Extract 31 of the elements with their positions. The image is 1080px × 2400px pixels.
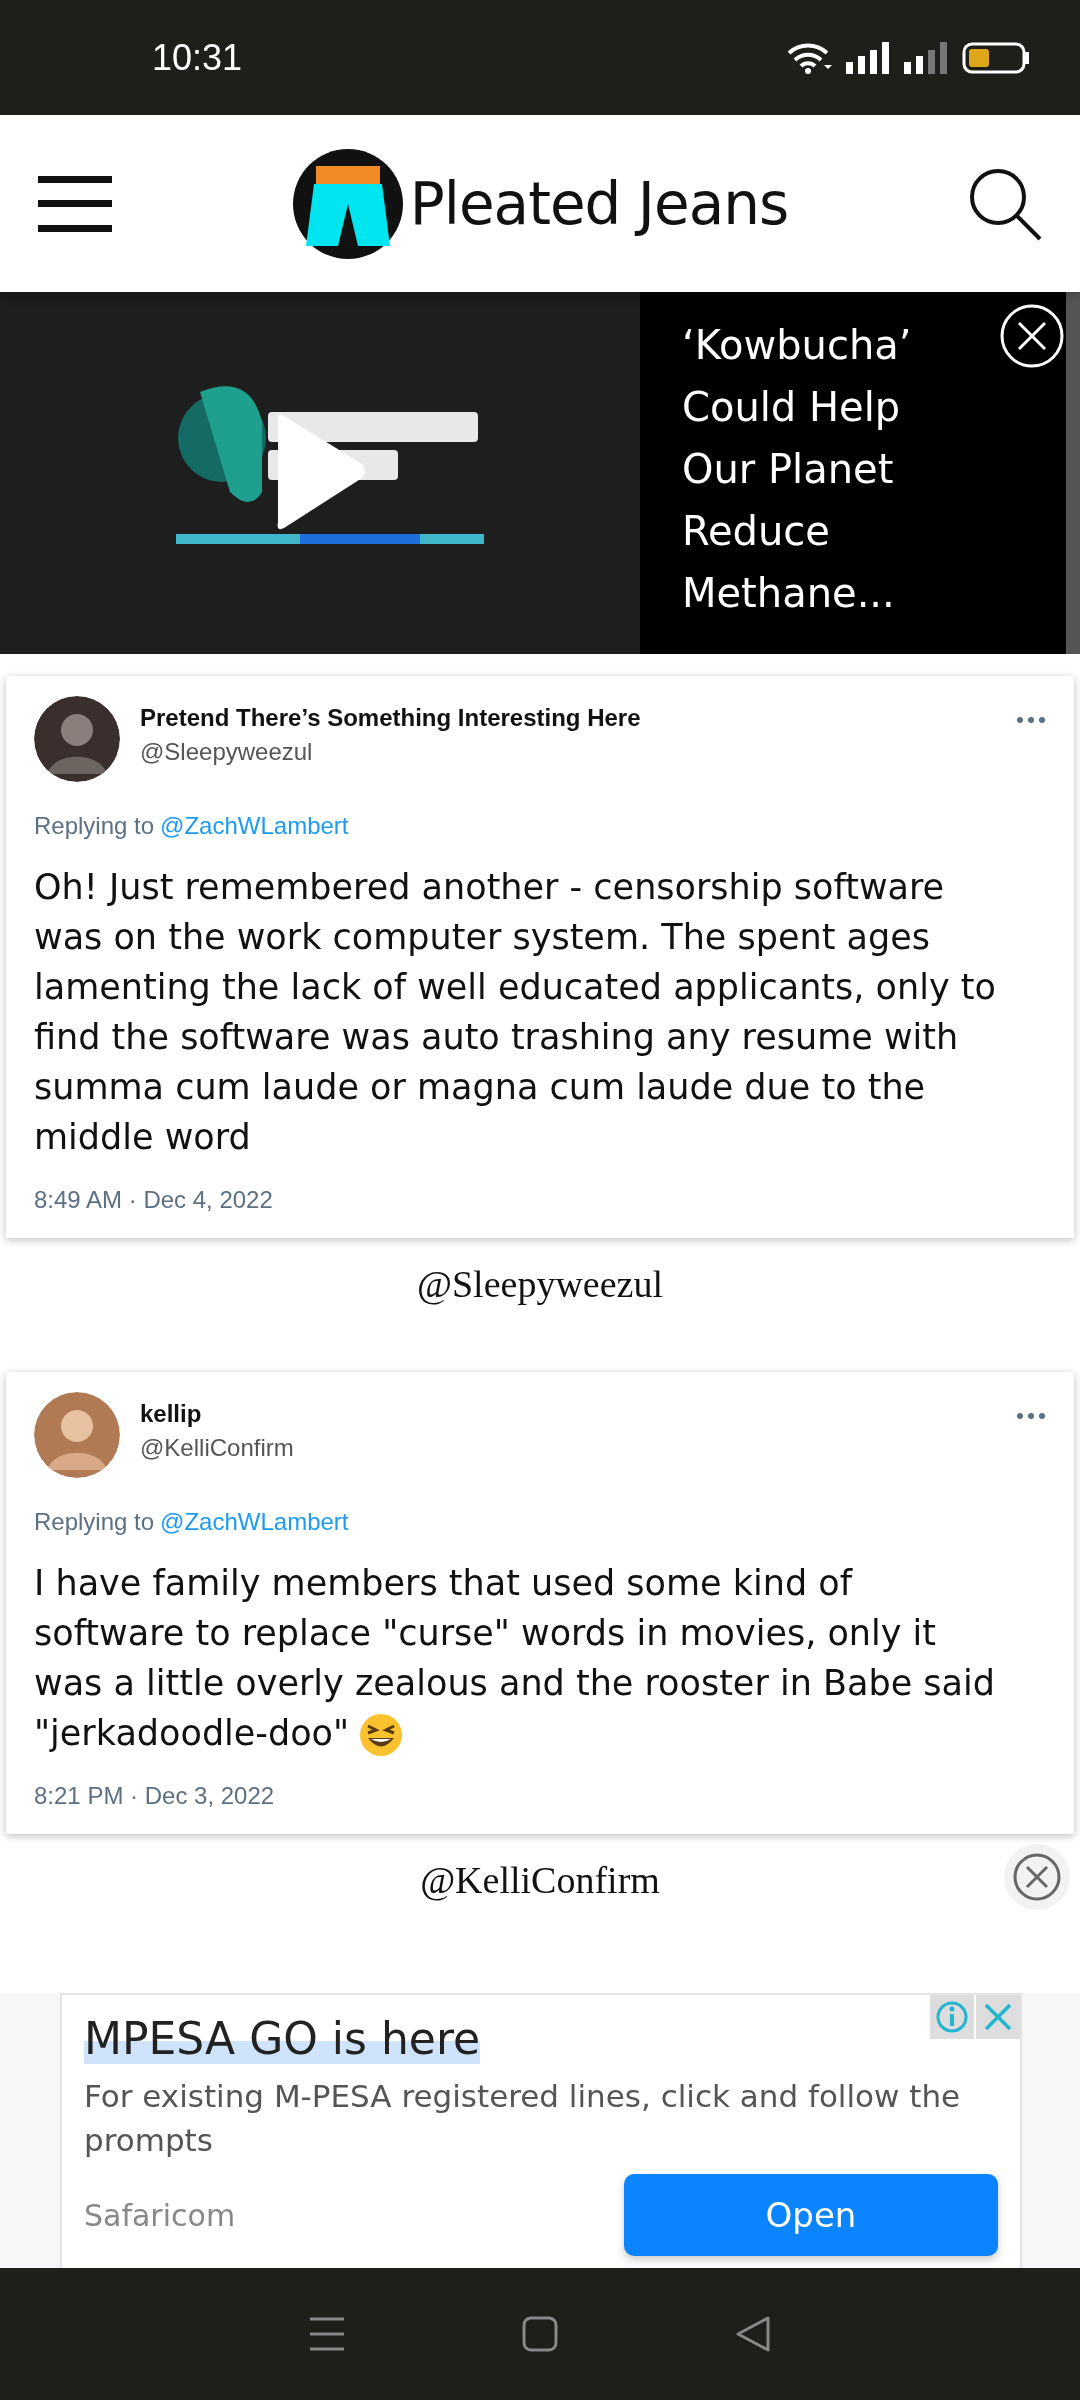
replying-label: Replying to xyxy=(34,812,155,840)
display-name: kellip xyxy=(140,1400,203,1428)
image-credit: @Sleepyweezul xyxy=(417,1262,663,1306)
shorts-logo-icon xyxy=(291,147,404,260)
open-button[interactable]: Open xyxy=(624,2174,998,2256)
search-icon[interactable] xyxy=(968,166,1042,241)
avatar[interactable] xyxy=(34,696,120,782)
signal-icon xyxy=(846,41,890,74)
signal-icon xyxy=(904,41,948,74)
site-name: Pleated Jeans xyxy=(409,169,789,238)
timestamp: 8:21 PM · Dec 3, 2022 xyxy=(34,1782,276,1810)
image-credit: @KelliConfirm xyxy=(420,1858,660,1902)
ad-description: For existing M-PESA registered lines, click and follow the prompts xyxy=(84,2077,962,2160)
user-handle: @KelliConfirm xyxy=(140,1434,295,1462)
clock: 10:31 xyxy=(152,36,243,79)
more-icon[interactable] xyxy=(1016,1412,1046,1420)
menu-icon[interactable] xyxy=(38,175,112,232)
display-name: Pretend There’s Something Interesting Here xyxy=(140,704,642,732)
mention-link[interactable]: @ZachWLambert xyxy=(160,1508,349,1536)
tweet-text: I have family members that used some kind of software to replace "curse" words in movies, only it was a little overly zealous and the rooster in Babe said "jerkadoodle-doo" xyxy=(34,1563,995,1753)
mention-link[interactable]: @ZachWLambert xyxy=(160,812,349,840)
battery-icon xyxy=(962,41,1030,74)
home-icon[interactable] xyxy=(521,2315,559,2353)
close-button[interactable] xyxy=(1000,304,1064,368)
tweet-text: Oh! Just remembered another - censorship software was on the work computer system. The spent ages lamenting the lack of well educated applicants, only to find the software was auto trashing any resume with summa cum laude or magna cum laude due to the middle word xyxy=(34,867,996,1157)
advertiser-name: Safaricom xyxy=(84,2197,236,2233)
more-icon[interactable] xyxy=(1016,716,1046,724)
user-handle: @Sleepyweezul xyxy=(140,738,314,766)
back-icon[interactable] xyxy=(734,2315,773,2353)
replying-label: Replying to xyxy=(34,1508,155,1536)
timestamp: 8:49 AM · Dec 4, 2022 xyxy=(34,1186,274,1214)
